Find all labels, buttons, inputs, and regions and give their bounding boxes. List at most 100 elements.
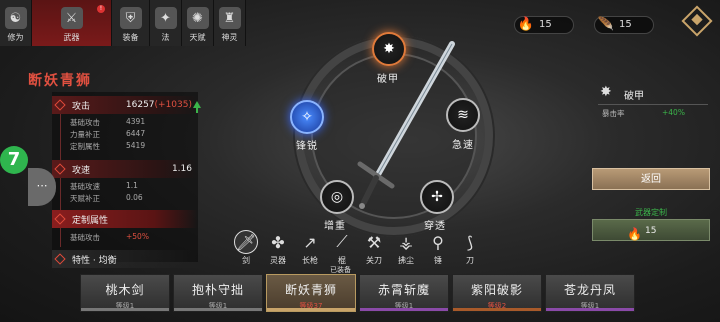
rarity-strip (174, 308, 262, 311)
top-tab-bar: ☯ 修为 ⚔ 武器 ! ⛨ 装备 ✦ 法 ✺ 天赋 ♜ 神灵 (0, 0, 246, 46)
deity-icon: ♜ (218, 7, 241, 29)
weapon-name: 断妖青狮 (28, 73, 92, 89)
tab-talent[interactable]: ✺ 天赋 (182, 0, 214, 46)
weapon-type-whisk[interactable]: ⚶ 拂尘 (390, 230, 422, 266)
armor-break-icon: ✸ (600, 84, 612, 100)
weapon-card[interactable]: 紫阳破影 等级2 (452, 274, 542, 312)
weapon-type-hammer[interactable]: ⚲ 锤 (422, 230, 454, 266)
armor-icon: ⛨ (119, 7, 142, 29)
stat-row: 定制属性 5419 (70, 141, 146, 151)
tab-label: 武器 (63, 33, 80, 42)
divider (598, 104, 708, 105)
armor-break-icon: ✸ (383, 41, 395, 57)
stat-row: 基础攻速 1.1 (70, 181, 138, 191)
node-label: 锋锐 (296, 141, 318, 152)
stat-label: 攻速 (72, 165, 91, 176)
weapon-card[interactable]: 苍龙丹凤 等级1 (545, 274, 635, 312)
weight-icon: ◎ (330, 189, 344, 205)
sword-icon: ⚔ (60, 7, 83, 29)
diamond-icon (54, 163, 66, 175)
stat-value: +40% (662, 108, 685, 117)
rarity-strip (267, 308, 355, 311)
currency-value: 15 (539, 19, 552, 30)
weapon-custom-button[interactable]: 🔥 15 (592, 219, 710, 241)
stat-label: 定制属性 (72, 215, 109, 226)
attribute-title: 破甲 (624, 90, 644, 102)
stat-attack-header: 攻击 16257(+1035) (52, 96, 198, 114)
weapon-type-blade[interactable]: ⟆ 刀 (454, 230, 486, 266)
weapon-card[interactable]: 赤霄斩魔 等级1 (359, 274, 449, 312)
weapon-type-row: 🗡 剑 ✤ 灵器 ↗ 长枪 ⟋ 棍 ⚒ 关刀 ⚶ 拂尘 ⚲ 锤 ⟆ 刀 (230, 230, 486, 266)
tab-label: 天赋 (189, 33, 206, 42)
whisk-icon: ⚶ (399, 232, 413, 252)
stat-value: 16257(+1035) (125, 100, 192, 110)
weapon-type-artifact[interactable]: ✤ 灵器 (262, 230, 294, 266)
attribute-stat: 暴击率 +40% (602, 108, 685, 119)
card-name: 赤霄斩魔 (377, 283, 430, 297)
tab-cultivation[interactable]: ☯ 修为 (0, 0, 32, 46)
back-button[interactable]: 返回 (592, 168, 710, 190)
rarity-strip (453, 308, 541, 311)
sword-icon: 🗡 (234, 230, 258, 254)
weapon-card[interactable]: 抱朴守拙 等级1 (173, 274, 263, 312)
weapon-card-equipped[interactable]: 已装备 断妖青狮 等级37 (266, 266, 356, 312)
attribute-detail-header: ✸ 破甲 (600, 84, 644, 104)
diamond-icon (54, 213, 66, 225)
card-name: 桃木剑 (105, 283, 145, 297)
node-weight[interactable]: ◎ (320, 180, 354, 214)
feather-icon: 🪶 (597, 17, 615, 32)
talent-icon: ✺ (186, 7, 209, 29)
stat-speed-header: 攻速 1.16 (52, 160, 198, 178)
currency-feather[interactable]: 🪶 15 (594, 16, 654, 34)
stat-label: 攻击 (72, 101, 91, 112)
torch-icon: 🔥 (627, 227, 642, 241)
node-sharpness[interactable]: ✧ (290, 100, 324, 134)
node-label: 破甲 (377, 74, 399, 85)
weapon-type-spear[interactable]: ↗ 长枪 (294, 230, 326, 266)
tab-deity[interactable]: ♜ 神灵 (214, 0, 246, 46)
tab-label: 法 (161, 33, 170, 42)
game-screen: { "tabs": [ {"label": "修为", "icon": "cul… (0, 0, 720, 322)
node-armor-break[interactable]: ✸ (372, 32, 406, 66)
cultivation-icon: ☯ (4, 7, 27, 29)
weapon-custom-label: 武器定制 (635, 208, 667, 217)
blade-icon: ⟆ (466, 232, 474, 252)
stat-row: 基础攻击 4391 (70, 117, 146, 127)
stat-row: 基础攻击 +50% (70, 232, 149, 242)
menu-corner-icon[interactable] (681, 5, 713, 37)
weapon-type-sword[interactable]: 🗡 剑 (230, 230, 262, 266)
rarity-strip (81, 308, 169, 311)
tab-label: 装备 (122, 33, 139, 42)
stat-bonus: (+1035) (154, 100, 192, 110)
currency-value: 15 (619, 19, 632, 30)
torch-icon: 🔥 (517, 17, 535, 32)
tab-technique[interactable]: ✦ 法 (150, 0, 182, 46)
stat-feature-header: 特性 · 均衡 (52, 250, 198, 268)
tab-label: 修为 (7, 33, 24, 42)
card-name: 紫阳破影 (470, 283, 523, 297)
weapon-type-staff[interactable]: ⟋ 棍 (326, 230, 358, 266)
weapon-card-list: 桃木剑 等级1 抱朴守拙 等级1 已装备 断妖青狮 等级37 赤霄斩魔 等级1 … (80, 266, 635, 312)
guandao-icon: ⚒ (366, 232, 382, 252)
increase-arrow-icon (193, 101, 201, 113)
notification-badge: ! (97, 5, 105, 13)
stat-label: 特性 · 均衡 (72, 255, 117, 266)
tab-label: 神灵 (221, 33, 238, 42)
floating-helper-bubble[interactable]: 7 (0, 146, 28, 174)
stat-row: 力量补正 6447 (70, 129, 146, 139)
currency-torch[interactable]: 🔥 15 (514, 16, 574, 34)
spear-icon: ↗ (303, 232, 317, 252)
stat-custom-header: 定制属性 (52, 210, 198, 228)
diamond-icon (54, 99, 66, 111)
weapon-type-guandao[interactable]: ⚒ 关刀 (358, 230, 390, 266)
hammer-icon: ⚲ (432, 232, 444, 252)
card-name: 抱朴守拙 (191, 283, 244, 297)
scroll-icon: ✦ (154, 7, 177, 29)
node-pierce[interactable]: ✢ (420, 180, 454, 214)
node-label: 急速 (452, 140, 474, 151)
node-haste[interactable]: ≋ (446, 98, 480, 132)
tab-weapon[interactable]: ⚔ 武器 ! (32, 0, 112, 46)
tab-equipment[interactable]: ⛨ 装备 (112, 0, 150, 46)
weapon-card[interactable]: 桃木剑 等级1 (80, 274, 170, 312)
pierce-icon: ✢ (431, 189, 443, 205)
